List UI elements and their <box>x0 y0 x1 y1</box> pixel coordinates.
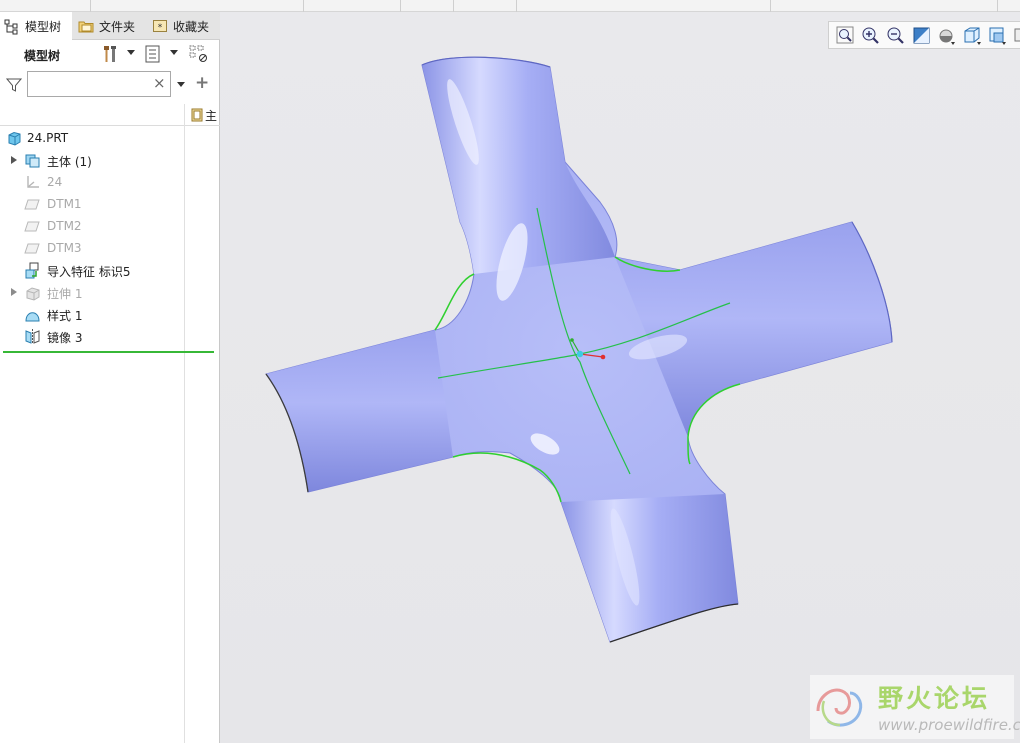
graphics-viewport[interactable] <box>220 12 1020 743</box>
tab-model-tree[interactable]: 模型树 <box>0 12 72 41</box>
tree-item-label: 24.PRT <box>27 131 69 145</box>
tree-item-body[interactable]: 主体 (1) <box>0 149 184 171</box>
column-settings-icon[interactable] <box>191 108 203 122</box>
expand-arrow-icon[interactable] <box>11 288 17 296</box>
ribbon-separator <box>90 0 91 12</box>
tree-item-label: 镜像 3 <box>47 331 83 345</box>
ribbon-separator <box>400 0 401 12</box>
zoom-out-icon[interactable] <box>885 25 906 46</box>
tab-label: 收藏夹 <box>173 19 210 34</box>
search-input[interactable] <box>27 71 171 97</box>
ribbon-separator <box>516 0 517 12</box>
import-feature-icon <box>25 262 39 279</box>
tree-filter-display-icon[interactable] <box>189 44 209 64</box>
tab-favorites[interactable]: * 收藏夹 <box>148 12 218 40</box>
tab-folder-browser[interactable]: 文件夹 <box>74 12 140 40</box>
tree-item-csys[interactable]: 24 <box>0 171 184 193</box>
mirror-icon <box>25 329 40 344</box>
settings-dropdown-chevron-icon[interactable] <box>170 50 178 55</box>
tree-column-header: 主 <box>0 104 220 126</box>
watermark-title: 野火论坛 <box>878 684 991 713</box>
saved-views-icon[interactable] <box>962 25 983 46</box>
display-style-icon[interactable] <box>936 25 957 46</box>
datum-plane-icon <box>24 243 40 254</box>
cross-pipe-model[interactable] <box>265 56 893 643</box>
ribbon-separator <box>997 0 998 12</box>
filter-funnel-icon[interactable] <box>6 77 22 93</box>
favorites-icon: * <box>153 20 167 33</box>
tree-item-label: 24 <box>47 175 63 189</box>
tree-item-root-part[interactable]: 24.PRT <box>0 127 184 149</box>
ribbon-separator <box>770 0 771 12</box>
tree-item-mirror[interactable]: 镜像 3 <box>0 325 184 347</box>
tree-item-label: DTM3 <box>47 241 82 255</box>
tree-item-label: DTM1 <box>47 197 82 211</box>
zoom-in-icon[interactable] <box>860 25 881 46</box>
part-icon <box>8 131 21 146</box>
tree-item-dtm2[interactable]: DTM2 <box>0 215 184 237</box>
model-tree-icon <box>4 19 18 34</box>
model-canvas[interactable] <box>220 12 1020 743</box>
datum-plane-icon <box>24 199 40 210</box>
svg-text:*: * <box>158 23 163 33</box>
insert-here-indicator[interactable] <box>3 351 214 353</box>
expand-arrow-icon[interactable] <box>11 156 17 164</box>
tree-item-label: 样式 1 <box>47 309 83 323</box>
repaint-icon[interactable] <box>911 25 932 46</box>
tree-item-label: 导入特征 标识5 <box>47 265 131 279</box>
tree-item-label: DTM2 <box>47 219 82 233</box>
search-row: × + <box>0 70 220 100</box>
tools-dropdown-chevron-icon[interactable] <box>127 50 135 55</box>
watermark-url: www.proewildfire.cn <box>878 716 1020 734</box>
extrude-icon <box>26 287 40 301</box>
ribbon-separator <box>453 0 454 12</box>
show-settings-icon[interactable] <box>143 44 163 64</box>
tree-toolbar: 模型树 <box>0 40 220 70</box>
datum-plane-icon <box>24 221 40 232</box>
tree-item-dtm1[interactable]: DTM1 <box>0 193 184 215</box>
view-toolbar <box>828 21 1020 49</box>
column-header-label: 主 <box>205 109 218 123</box>
navigator-panel: 模型树 文件夹 * 收藏夹 模型树 × + 主 24.PRT 主体 (1) 24… <box>0 12 220 743</box>
tree-title: 模型树 <box>24 49 61 63</box>
csys-icon <box>27 176 39 188</box>
navigator-tabs: 模型树 文件夹 * 收藏夹 <box>0 12 220 41</box>
tab-label: 文件夹 <box>99 19 136 34</box>
tree-item-extrude[interactable]: 拉伸 1 <box>0 281 184 303</box>
search-options-chevron-icon[interactable] <box>177 82 185 87</box>
ribbon-strip <box>0 0 1020 12</box>
refit-icon[interactable] <box>835 25 856 46</box>
tree-item-label: 拉伸 1 <box>47 287 83 301</box>
folder-icon <box>78 21 94 33</box>
column-divider[interactable] <box>184 104 185 743</box>
tree-item-style[interactable]: 样式 1 <box>0 303 184 325</box>
tab-label: 模型树 <box>25 20 62 34</box>
tree-item-import-feature[interactable]: 导入特征 标识5 <box>0 259 184 281</box>
ribbon-separator <box>303 0 304 12</box>
clear-search-icon[interactable]: × <box>153 75 166 91</box>
add-filter-icon[interactable]: + <box>195 73 209 93</box>
forum-logo-icon <box>816 688 863 727</box>
tools-icon[interactable] <box>101 44 121 64</box>
tree-item-dtm3[interactable]: DTM3 <box>0 237 184 259</box>
bottom-arm <box>561 494 738 642</box>
watermark: 野火论坛 www.proewildfire.cn <box>810 675 1020 739</box>
body-icon <box>25 154 40 168</box>
view-manager-icon[interactable] <box>987 25 1008 46</box>
style-icon <box>25 312 40 322</box>
left-arm <box>266 330 453 492</box>
more-tools-icon[interactable] <box>1012 25 1020 46</box>
tree-item-label: 主体 (1) <box>47 155 92 169</box>
